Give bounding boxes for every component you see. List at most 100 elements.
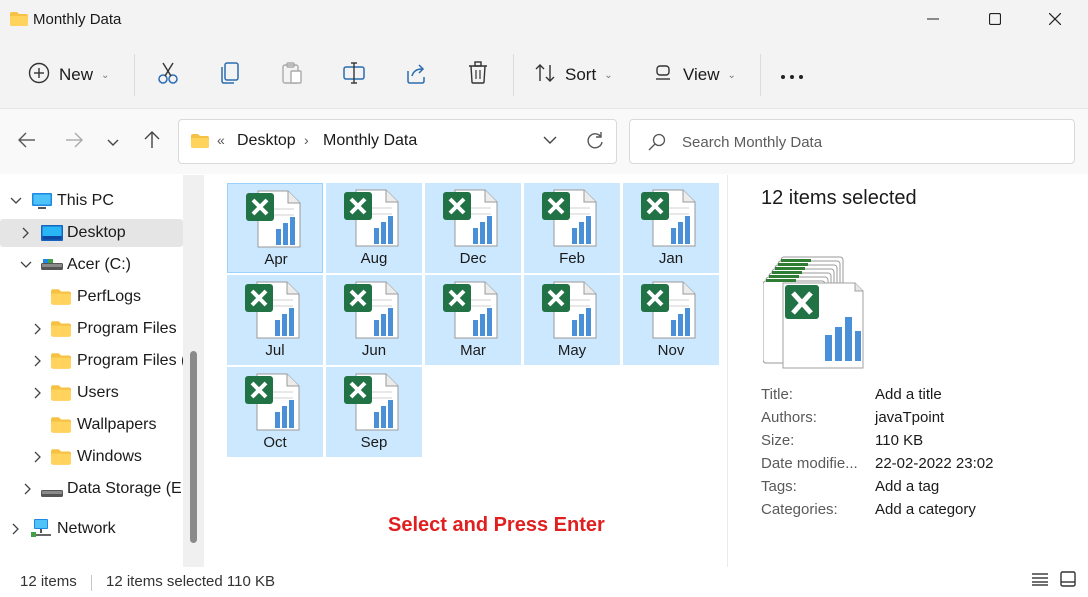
more-options-button[interactable]	[780, 42, 804, 108]
drive-icon	[41, 258, 63, 276]
sidebar-item-acer-c[interactable]: Acer (C:)	[0, 251, 183, 279]
excel-file-icon	[342, 280, 406, 344]
chevron-down-icon[interactable]	[20, 259, 32, 271]
file-item[interactable]: Sep	[326, 367, 422, 457]
file-item[interactable]: Nov	[623, 275, 719, 365]
file-item[interactable]: Oct	[227, 367, 323, 457]
sidebar-item-label: Wallpapers	[77, 416, 157, 433]
property-value[interactable]: 22-02-2022 23:02	[875, 455, 993, 472]
sort-button[interactable]: Sort ⌄	[534, 42, 613, 108]
file-item[interactable]: Feb	[524, 183, 620, 273]
close-icon	[1048, 12, 1062, 29]
sidebar-item-desktop[interactable]: Desktop	[0, 219, 183, 247]
file-item[interactable]: Jul	[227, 275, 323, 365]
sidebar-item-perflogs[interactable]: PerfLogs	[0, 283, 183, 311]
breadcrumb-desktop[interactable]: Desktop	[237, 132, 296, 150]
navigation-pane: This PC Desktop Acer (C:) PerfLogs Progr…	[0, 175, 205, 567]
sidebar-item-windows[interactable]: Windows	[0, 443, 183, 471]
view-icon	[654, 63, 674, 87]
chevron-right-icon[interactable]	[32, 323, 44, 335]
delete-button[interactable]	[468, 42, 488, 108]
sidebar-item-users[interactable]: Users	[0, 379, 183, 407]
folder-icon	[51, 321, 71, 342]
new-icon	[28, 62, 50, 88]
file-item[interactable]: Dec	[425, 183, 521, 273]
chevron-right-icon[interactable]	[20, 227, 32, 239]
command-bar: New ⌄ Sort ⌄ View ⌄	[0, 42, 1088, 108]
chevron-right-icon[interactable]	[32, 355, 44, 367]
chevron-down-icon[interactable]	[10, 195, 22, 207]
new-button[interactable]: New ⌄	[28, 42, 109, 108]
cut-button[interactable]	[157, 42, 179, 108]
search-box[interactable]	[629, 119, 1075, 164]
file-item[interactable]: Jan	[623, 183, 719, 273]
chevron-down-icon: ⌄	[101, 69, 110, 81]
arrow-up-icon	[144, 131, 160, 153]
excel-file-icon	[441, 188, 505, 252]
sidebar-item-this-pc[interactable]: This PC	[0, 187, 183, 215]
file-item[interactable]: Jun	[326, 275, 422, 365]
tiles-view-icon	[1060, 571, 1076, 591]
file-item[interactable]: Aug	[326, 183, 422, 273]
chevron-down-icon: ⌄	[727, 69, 736, 81]
view-button[interactable]: View ⌄	[654, 42, 736, 108]
sidebar-item-label: Users	[77, 384, 119, 401]
excel-file-icon	[244, 189, 308, 253]
forward-button[interactable]	[63, 131, 85, 153]
maximize-button[interactable]	[972, 0, 1018, 40]
file-name: Sep	[360, 434, 388, 451]
sidebar-item-label: This PC	[57, 192, 114, 209]
toolbar-divider	[134, 54, 135, 96]
close-button[interactable]	[1032, 0, 1078, 40]
property-value[interactable]: Add a tag	[875, 478, 939, 495]
minimize-button[interactable]	[910, 0, 956, 40]
file-name: Jul	[265, 342, 285, 359]
large-icons-view-button[interactable]	[1058, 571, 1078, 591]
details-view-button[interactable]	[1030, 571, 1050, 591]
sidebar-item-network[interactable]: Network	[0, 515, 183, 543]
breadcrumb-overflow[interactable]: «	[217, 132, 225, 148]
sidebar-item-program-files-x86[interactable]: Program Files (	[0, 347, 183, 375]
file-item[interactable]: May	[524, 275, 620, 365]
sidebar-item-program-files[interactable]: Program Files	[0, 315, 183, 343]
file-item[interactable]: Apr	[227, 183, 323, 273]
up-button[interactable]	[141, 131, 163, 153]
excel-file-icon	[639, 280, 703, 344]
recent-locations-button[interactable]	[102, 131, 124, 153]
toolbar-divider	[760, 54, 761, 96]
paste-button[interactable]	[281, 42, 303, 108]
paste-icon	[281, 61, 303, 89]
chevron-down-icon[interactable]	[543, 133, 557, 151]
folder-icon	[191, 134, 209, 152]
rename-button[interactable]	[343, 42, 365, 108]
share-button[interactable]	[405, 42, 427, 108]
sidebar-item-label: Windows	[77, 448, 142, 465]
address-bar[interactable]: « Desktop › Monthly Data	[178, 119, 617, 164]
property-value[interactable]: javaTpoint	[875, 409, 944, 426]
back-button[interactable]	[16, 131, 38, 153]
sidebar-scrollbar-thumb[interactable]	[190, 351, 197, 543]
property-value[interactable]: Add a title	[875, 386, 942, 403]
property-value[interactable]: Add a category	[875, 501, 976, 518]
minimize-icon	[927, 12, 939, 29]
refresh-icon[interactable]	[585, 131, 605, 155]
file-name: Jun	[361, 342, 387, 359]
new-label: New	[59, 65, 94, 84]
pc-icon	[32, 193, 52, 215]
copy-icon	[219, 61, 241, 89]
copy-button[interactable]	[219, 42, 241, 108]
property-label: Authors:	[761, 409, 817, 426]
item-count: 12 items	[20, 573, 77, 590]
property-value[interactable]: 110 KB	[875, 432, 923, 449]
breadcrumb-monthly-data[interactable]: Monthly Data	[323, 132, 417, 150]
search-input[interactable]	[682, 131, 1062, 153]
chevron-right-icon[interactable]	[22, 483, 34, 495]
excel-file-icon	[342, 188, 406, 252]
sidebar-item-wallpapers[interactable]: Wallpapers	[0, 411, 183, 439]
sidebar-item-data-storage-e[interactable]: Data Storage (E:)	[0, 475, 183, 503]
instruction-text: Select and Press Enter	[388, 514, 605, 536]
file-item[interactable]: Mar	[425, 275, 521, 365]
chevron-right-icon[interactable]	[10, 523, 22, 535]
chevron-right-icon[interactable]	[32, 387, 44, 399]
chevron-right-icon[interactable]	[32, 451, 44, 463]
